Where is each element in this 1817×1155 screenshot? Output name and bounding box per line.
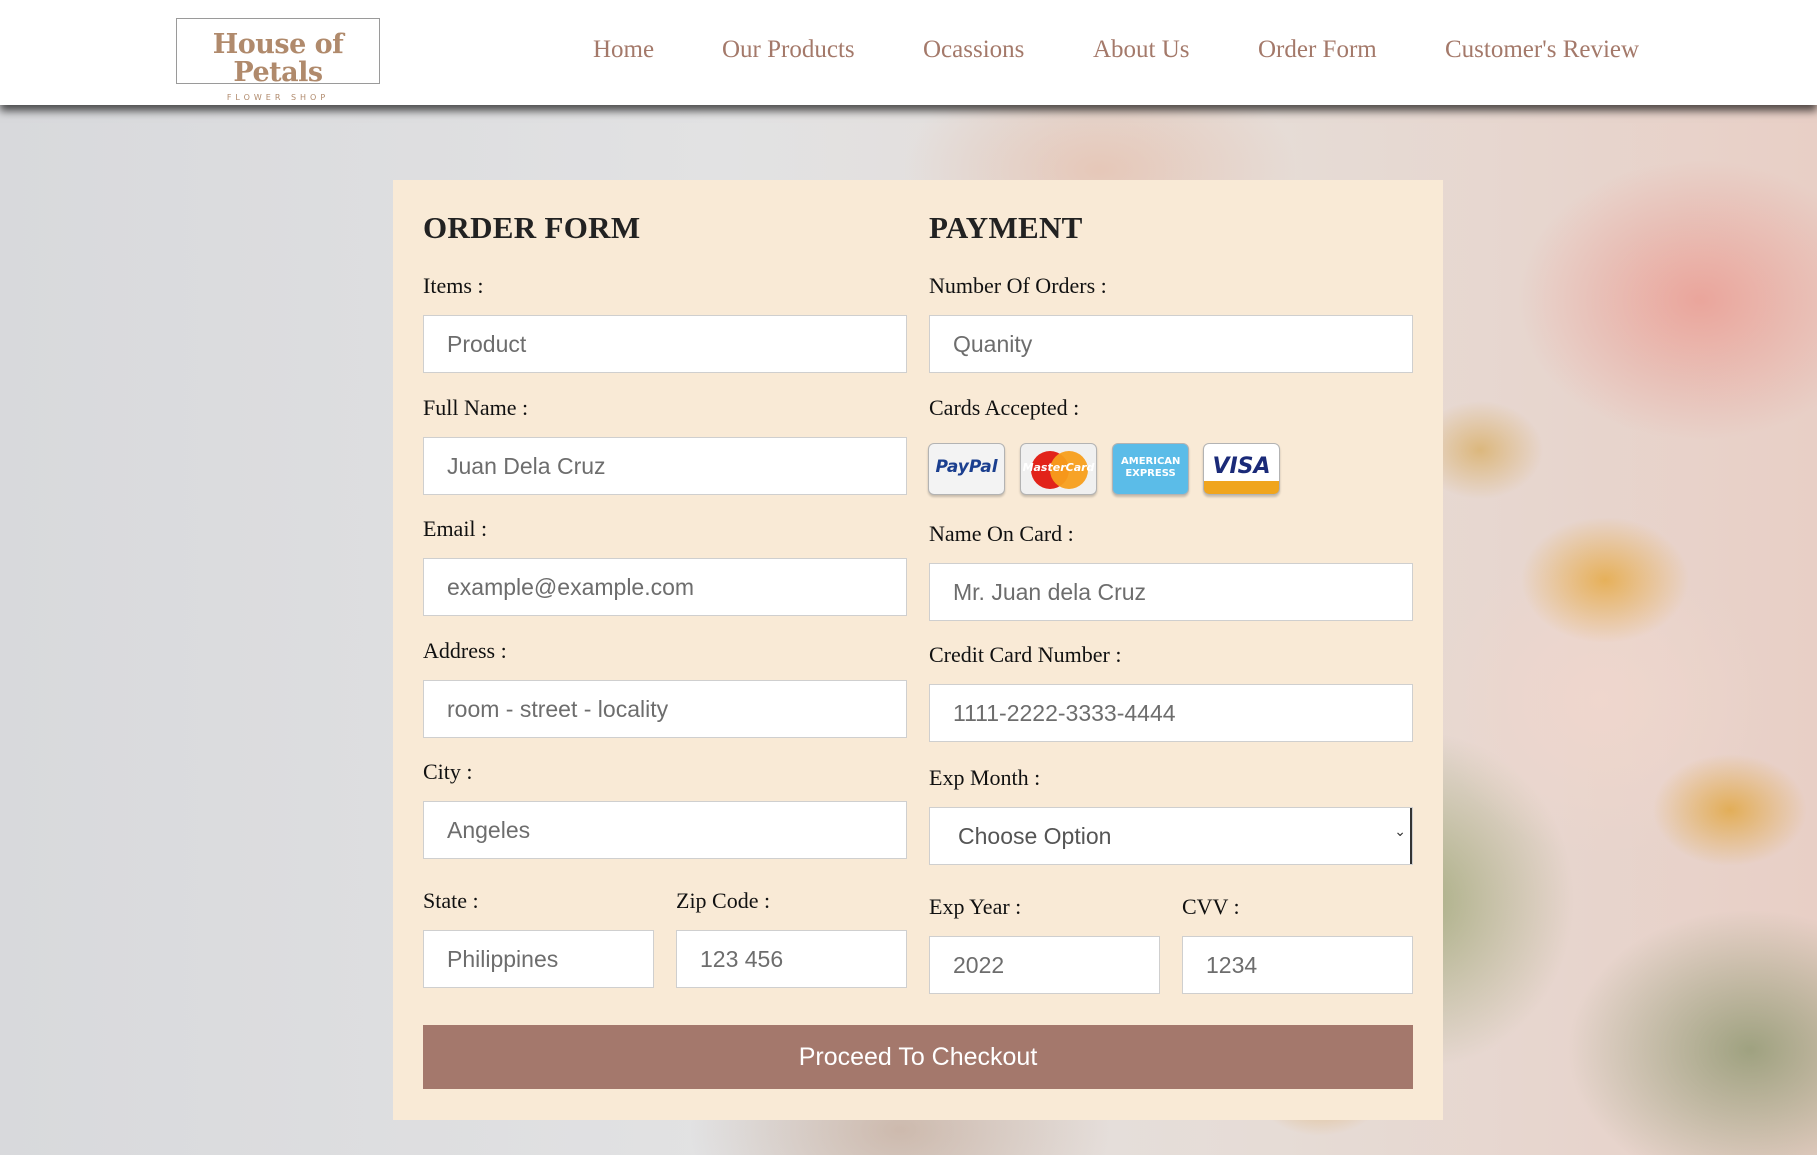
nav-order-form[interactable]: Order Form [1258,36,1377,64]
site-header: House of Petals FLOWER SHOP Home Our Pro… [0,0,1817,105]
card-number-input[interactable] [929,684,1413,742]
email-input[interactable] [423,558,907,616]
order-panel: ORDER FORM Items : Full Name : Email : A… [393,180,1443,1120]
exp-year-label: Exp Year : [929,894,1022,919]
amex-logo: AMERICAN EXPRESS [1112,443,1189,495]
items-input[interactable] [423,315,907,373]
shop-logo[interactable]: House of Petals FLOWER SHOP [176,18,380,102]
name-on-card-label: Name On Card : [929,521,1074,546]
email-label: Email : [423,516,488,541]
logo-title: House of Petals [212,29,344,88]
exp-month-selected: Choose Option [958,823,1112,849]
logo-subtitle: FLOWER SHOP [226,93,330,102]
exp-month-select[interactable]: Choose Option ⌄ [929,807,1413,865]
visa-logo: VISA [1203,443,1280,495]
payment-title: PAYMENT [929,210,1083,245]
visa-logo-text: VISA [1212,454,1271,479]
name-on-card-input[interactable] [929,563,1413,621]
order-form-title: ORDER FORM [423,210,641,245]
city-input[interactable] [423,801,907,859]
cvv-input[interactable] [1182,936,1413,994]
full-name-label: Full Name : [423,395,529,420]
paypal-logo: PayPal [928,443,1005,495]
orders-label: Number Of Orders : [929,273,1107,298]
card-number-label: Credit Card Number : [929,642,1122,667]
nav-ocassions[interactable]: Ocassions [923,36,1024,64]
cvv-label: CVV : [1182,894,1240,919]
nav-about-us[interactable]: About Us [1093,36,1190,64]
quantity-input[interactable] [929,315,1413,373]
full-name-input[interactable] [423,437,907,495]
address-input[interactable] [423,680,907,738]
paypal-logo-text: PayPal [935,457,998,477]
chevron-down-icon: ⌄ [1394,823,1406,839]
address-label: Address : [423,638,507,663]
state-input[interactable] [423,930,654,988]
nav-home[interactable]: Home [593,36,654,64]
nav-customers-review[interactable]: Customer's Review [1445,36,1639,64]
zip-input[interactable] [676,930,907,988]
nav-our-products[interactable]: Our Products [722,36,855,64]
mastercard-logo-text: MasterCard [1022,461,1095,474]
select-edge [1410,808,1412,864]
state-label: State : [423,888,479,913]
mastercard-logo: MasterCard [1020,443,1097,495]
exp-month-label: Exp Month : [929,765,1041,790]
city-label: City : [423,759,473,784]
exp-year-input[interactable] [929,936,1160,994]
items-label: Items : [423,273,484,298]
amex-logo-text: AMERICAN EXPRESS [1121,456,1181,479]
proceed-to-checkout-button[interactable]: Proceed To Checkout [423,1025,1413,1089]
zip-label: Zip Code : [676,888,771,913]
cards-accepted-label: Cards Accepted : [929,395,1080,420]
